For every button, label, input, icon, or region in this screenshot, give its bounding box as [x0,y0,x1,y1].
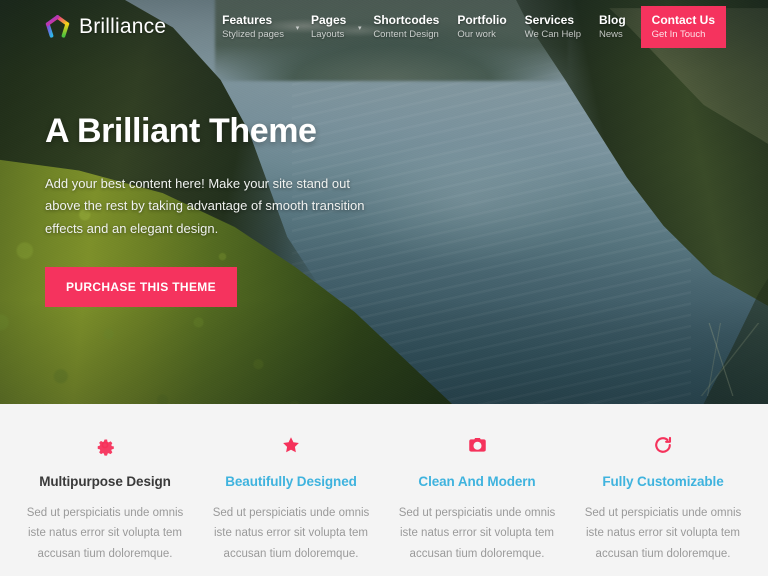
main-navigation: Features Stylized pages ▾ Pages Layouts … [213,6,726,48]
pentagon-rainbow-logo-icon [45,14,70,38]
nav-item-subtitle: Get In Touch [651,28,706,40]
nav-item-title: Pages [310,13,347,28]
star-icon [212,430,370,460]
nav-item-title: Portfolio [457,13,507,28]
nav-item-subtitle: Stylized pages [222,28,284,40]
nav-item-subtitle: Content Design [373,28,439,40]
nav-item-subtitle: Our work [457,28,496,40]
feature-title: Beautifully Designed [225,474,357,489]
feature-title: Multipurpose Design [39,474,171,489]
nav-item-shortcodes[interactable]: Shortcodes Content Design [364,6,448,48]
chevron-down-icon[interactable]: ▾ [293,6,302,48]
feature-description: Sed ut perspiciatis unde omnis iste natu… [584,507,742,560]
gear-icon [26,430,184,460]
hero-subtitle: Add your best content here! Make your si… [45,176,365,236]
camera-icon [398,430,556,460]
nav-item-blog[interactable]: Blog News [590,6,635,48]
refresh-icon [584,430,742,460]
feature-description: Sed ut perspiciatis unde omnis iste natu… [212,507,370,560]
hero-title: A Brilliant Theme [45,112,317,150]
brand-logo-link[interactable]: Brilliance [45,14,167,40]
purchase-theme-button[interactable]: PURCHASE THIS THEME [45,267,237,308]
feature-card-beautifully-designed: Beautifully Designed Sed ut perspiciatis… [198,430,384,576]
nav-item-title: Contact Us [651,13,715,28]
chevron-down-icon[interactable]: ▾ [355,6,364,48]
feature-card-multipurpose-design: Multipurpose Design Sed ut perspiciatis … [12,430,198,576]
nav-item-subtitle: We Can Help [524,28,581,40]
nav-item-subtitle: News [598,28,623,40]
nav-item-services[interactable]: Services We Can Help [516,6,590,48]
feature-card-fully-customizable: Fully Customizable Sed ut perspiciatis u… [570,430,756,576]
features-section: Multipurpose Design Sed ut perspiciatis … [0,404,768,576]
feature-title: Clean And Modern [418,474,536,489]
feature-title: Fully Customizable [602,474,724,489]
feature-card-clean-and-modern: Clean And Modern Sed ut perspiciatis und… [384,430,570,576]
nav-item-portfolio[interactable]: Portfolio Our work [448,6,515,48]
nav-item-pages[interactable]: Pages Layouts [302,6,355,48]
nav-item-title: Blog [598,13,626,28]
nav-item-contact-us[interactable]: Contact Us Get In Touch [640,6,726,48]
site-header: Brilliance Features Stylized pages ▾ Pag… [0,0,768,54]
nav-item-title: Features [222,13,273,28]
hero-content: A Brilliant Theme Add your best content … [45,112,375,308]
feature-description: Sed ut perspiciatis unde omnis iste natu… [26,507,184,560]
nav-item-title: Shortcodes [373,13,440,28]
brand-name: Brilliance [79,15,167,38]
nav-item-subtitle: Layouts [310,28,345,40]
feature-description: Sed ut perspiciatis unde omnis iste natu… [398,507,556,560]
hero-section: Brilliance Features Stylized pages ▾ Pag… [0,0,768,404]
nav-item-features[interactable]: Features Stylized pages [213,6,293,48]
nav-item-title: Services [524,13,575,28]
